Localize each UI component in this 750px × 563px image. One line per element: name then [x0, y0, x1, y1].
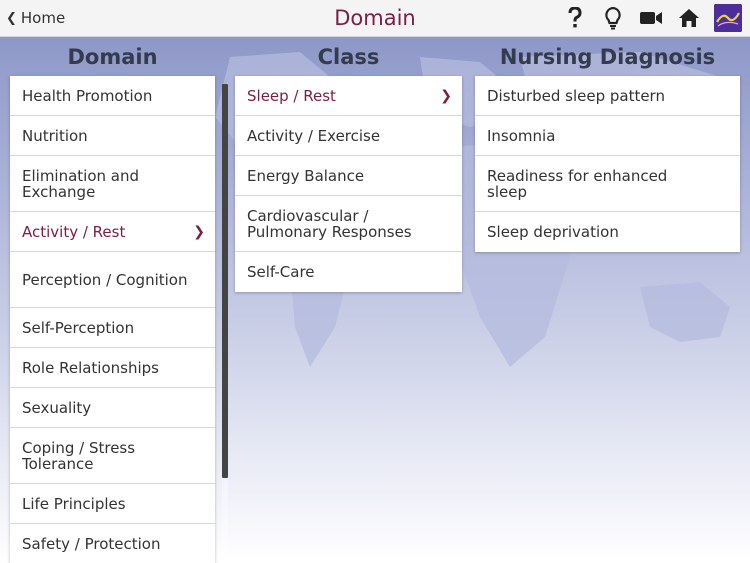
domain-column-title: Domain	[67, 45, 158, 69]
class-item-label: Activity / Exercise	[247, 126, 381, 145]
app-logo[interactable]	[714, 4, 742, 32]
home-back-label: Home	[20, 9, 66, 27]
domain-item-selected[interactable]: Activity / Rest ❯	[10, 212, 215, 252]
domain-item[interactable]: Role Relationships	[10, 348, 215, 388]
content-area: Domain Class Nursing Diagnosis Health Pr…	[0, 37, 750, 563]
diagnosis-item-label: Sleep deprivation	[487, 223, 619, 241]
class-item[interactable]: Self-Care	[235, 252, 462, 292]
toolbar-icons	[562, 4, 742, 32]
class-item-selected[interactable]: Sleep / Rest ❯	[235, 76, 462, 116]
domain-item-label: Nutrition	[22, 126, 88, 145]
domain-item[interactable]: Life Principles	[10, 484, 215, 524]
lightbulb-icon[interactable]	[600, 4, 626, 32]
domain-item[interactable]: Nutrition	[10, 116, 215, 156]
class-item[interactable]: Activity / Exercise	[235, 116, 462, 156]
domain-item-label: Perception / Cognition	[22, 270, 188, 289]
domain-item-label: Life Principles	[22, 494, 126, 513]
diagnosis-list: Disturbed sleep pattern Insomnia Readine…	[475, 76, 740, 252]
domain-item[interactable]: Health Promotion	[10, 76, 215, 116]
chevron-right-icon: ❯	[193, 223, 205, 240]
class-column-title: Class	[317, 45, 380, 69]
domain-list: Health Promotion Nutrition Elimination a…	[10, 76, 215, 563]
domain-item[interactable]: Elimination and Exchange	[10, 156, 215, 212]
class-item[interactable]: Cardiovascular / Pulmonary Responses	[235, 196, 462, 252]
class-list: Sleep / Rest ❯ Activity / Exercise Energy…	[235, 76, 462, 292]
video-icon[interactable]	[638, 4, 664, 32]
domain-item-label: Self-Perception	[22, 318, 135, 337]
diagnosis-item[interactable]: Readiness for enhanced sleep	[475, 156, 740, 212]
class-item-label: Cardiovascular / Pulmonary Responses	[247, 206, 412, 241]
domain-item-label: Activity / Rest	[22, 222, 126, 241]
domain-item-label: Sexuality	[22, 398, 92, 417]
domain-scrollbar[interactable]	[222, 84, 228, 478]
home-icon[interactable]	[676, 4, 702, 32]
domain-item-label: Safety / Protection	[22, 534, 161, 553]
diagnosis-column-title: Nursing Diagnosis	[499, 45, 716, 69]
diagnosis-item[interactable]: Sleep deprivation	[475, 212, 740, 252]
class-item-label: Self-Care	[247, 263, 315, 281]
diagnosis-item-label: Insomnia	[487, 126, 556, 145]
home-back-button[interactable]: ❮ Home	[6, 9, 65, 27]
domain-item[interactable]: Self-Perception	[10, 308, 215, 348]
domain-item[interactable]: Sexuality	[10, 388, 215, 428]
domain-item-label: Coping / Stress Tolerance	[22, 438, 136, 473]
domain-item[interactable]: Safety / Protection	[10, 524, 215, 563]
domain-item[interactable]: Perception / Cognition	[10, 252, 215, 308]
chevron-left-icon: ❮	[6, 10, 17, 26]
domain-item-label: Health Promotion	[22, 86, 153, 105]
chevron-right-icon: ❯	[440, 87, 452, 104]
diagnosis-item[interactable]: Insomnia	[475, 116, 740, 156]
diagnosis-item-label: Disturbed sleep pattern	[487, 86, 665, 105]
diagnosis-item-label: Readiness for enhanced sleep	[487, 166, 668, 201]
class-item-label: Sleep / Rest	[247, 86, 336, 105]
class-item[interactable]: Energy Balance	[235, 156, 462, 196]
diagnosis-item[interactable]: Disturbed sleep pattern	[475, 76, 740, 116]
domain-item-label: Role Relationships	[22, 358, 159, 377]
domain-item-label: Elimination and Exchange	[22, 166, 140, 201]
help-icon[interactable]	[562, 4, 588, 32]
class-item-label: Energy Balance	[247, 166, 365, 185]
top-bar: ❮ Home Domain	[0, 0, 750, 37]
domain-item[interactable]: Coping / Stress Tolerance	[10, 428, 215, 484]
